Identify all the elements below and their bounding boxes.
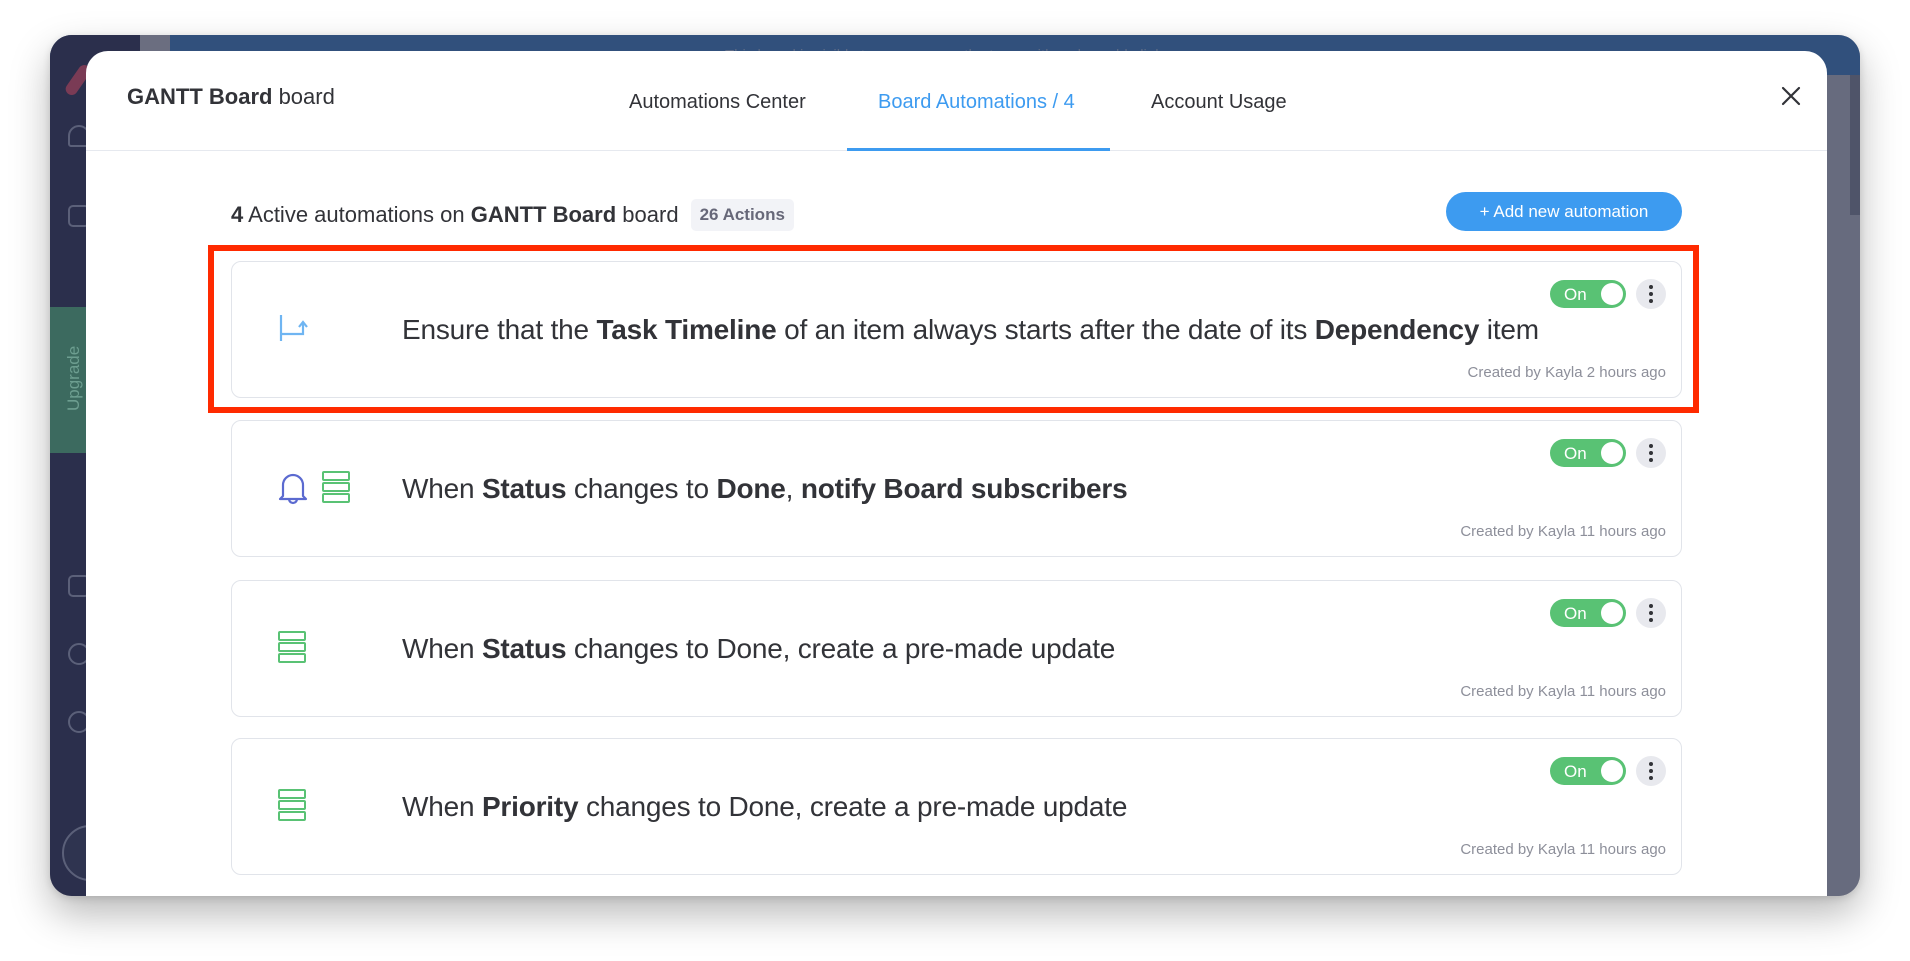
automation-text: changes to — [566, 473, 717, 504]
actions-badge: 26 Actions — [690, 199, 794, 231]
automation-toggle[interactable]: On — [1550, 280, 1626, 308]
automation-icons — [277, 312, 311, 348]
dot — [1649, 458, 1653, 462]
created-by-label: Created by Kayla 11 hours ago — [1460, 841, 1666, 858]
toggle-knob — [1601, 760, 1623, 782]
automation-text: When — [402, 791, 482, 822]
upgrade-label: Upgrade — [64, 345, 83, 411]
automation-description[interactable]: Ensure that the Task Timeline of an item… — [402, 314, 1539, 346]
dot — [1649, 285, 1653, 289]
toggle-label: On — [1564, 762, 1587, 781]
toggle-label: On — [1564, 604, 1587, 623]
automation-keyword: Done — [716, 473, 786, 504]
bell-icon — [277, 469, 309, 510]
toggle-knob — [1601, 442, 1623, 464]
more-options-button[interactable] — [1636, 756, 1666, 786]
automations-modal: GANTT Board board Automations Center Boa… — [86, 51, 1827, 896]
dot — [1649, 444, 1653, 448]
automation-keyword: Task Timeline — [596, 314, 777, 345]
dot — [1649, 762, 1653, 766]
dot — [1649, 451, 1653, 455]
automation-keyword: Dependency — [1314, 314, 1480, 345]
tab-automations-center[interactable]: Automations Center — [629, 91, 806, 114]
summary-text: Active automations on — [243, 202, 471, 227]
automation-icons — [277, 630, 307, 669]
created-by-label: Created by Kayla 11 hours ago — [1460, 523, 1666, 540]
automation-card[interactable]: Ensure that the Task Timeline of an item… — [231, 261, 1682, 398]
dot — [1649, 604, 1653, 608]
automation-text: item — [1479, 314, 1539, 345]
dot — [1649, 769, 1653, 773]
modal-title: GANTT Board board — [127, 84, 335, 110]
toggle-label: On — [1564, 444, 1587, 463]
automation-text: Ensure that the — [402, 314, 597, 345]
automation-text: changes to Done, create a pre-made updat… — [566, 633, 1116, 664]
automations-summary: 4 Active automations on GANTT Board boar… — [231, 199, 794, 231]
created-by-label: Created by Kayla 11 hours ago — [1460, 683, 1666, 700]
automation-card[interactable]: When Priority changes to Done, create a … — [231, 738, 1682, 875]
summary-suffix: board — [616, 202, 679, 227]
list-icon — [321, 470, 351, 509]
automation-keyword: notify Board subscribers — [800, 473, 1128, 504]
automation-keyword: Priority — [481, 791, 579, 822]
automation-text: of an item always starts after the date … — [776, 314, 1315, 345]
board-name: GANTT Board — [127, 84, 273, 109]
automation-text: , — [785, 473, 801, 504]
automation-icons — [277, 469, 351, 510]
automation-toggle[interactable]: On — [1550, 599, 1626, 627]
dot — [1649, 299, 1653, 303]
board-suffix: board — [272, 84, 335, 109]
toggle-knob — [1601, 602, 1623, 624]
dot — [1649, 618, 1653, 622]
summary-board-name: GANTT Board — [470, 202, 617, 227]
tab-account-usage[interactable]: Account Usage — [1151, 91, 1287, 114]
automation-toggle[interactable]: On — [1550, 757, 1626, 785]
more-options-button[interactable] — [1636, 598, 1666, 628]
close-icon — [1781, 86, 1801, 106]
automation-icons — [277, 788, 307, 827]
automation-description[interactable]: When Status changes to Done, notify Boar… — [402, 473, 1128, 505]
automation-description[interactable]: When Priority changes to Done, create a … — [402, 791, 1127, 823]
more-options-button[interactable] — [1636, 279, 1666, 309]
dot — [1649, 611, 1653, 615]
automation-text: When — [402, 473, 482, 504]
toggle-label: On — [1564, 285, 1587, 304]
close-button[interactable] — [1776, 81, 1806, 111]
active-tab-indicator — [847, 148, 1110, 151]
dot — [1649, 776, 1653, 780]
automation-card[interactable]: When Status changes to Done, notify Boar… — [231, 420, 1682, 557]
more-options-button[interactable] — [1636, 438, 1666, 468]
automation-text: When — [402, 633, 482, 664]
created-by-label: Created by Kayla 2 hours ago — [1467, 364, 1666, 381]
automation-description[interactable]: When Status changes to Done, create a pr… — [402, 633, 1115, 665]
dependency-arrow-icon — [277, 311, 311, 350]
automation-card[interactable]: When Status changes to Done, create a pr… — [231, 580, 1682, 717]
automation-keyword: Status — [481, 633, 567, 664]
list-icon — [277, 788, 307, 827]
automation-count: 4 — [231, 202, 244, 227]
scrollbar[interactable] — [1850, 75, 1860, 215]
automation-keyword: Status — [481, 473, 567, 504]
tab-board-automations[interactable]: Board Automations / 4 — [878, 91, 1075, 114]
toggle-knob — [1601, 283, 1623, 305]
list-icon — [277, 630, 307, 669]
modal-header: GANTT Board board Automations Center Boa… — [86, 51, 1827, 151]
dot — [1649, 292, 1653, 296]
automation-text: changes to Done, create a pre-made updat… — [578, 791, 1128, 822]
add-new-automation-button[interactable]: + Add new automation — [1446, 192, 1682, 231]
automation-toggle[interactable]: On — [1550, 439, 1626, 467]
